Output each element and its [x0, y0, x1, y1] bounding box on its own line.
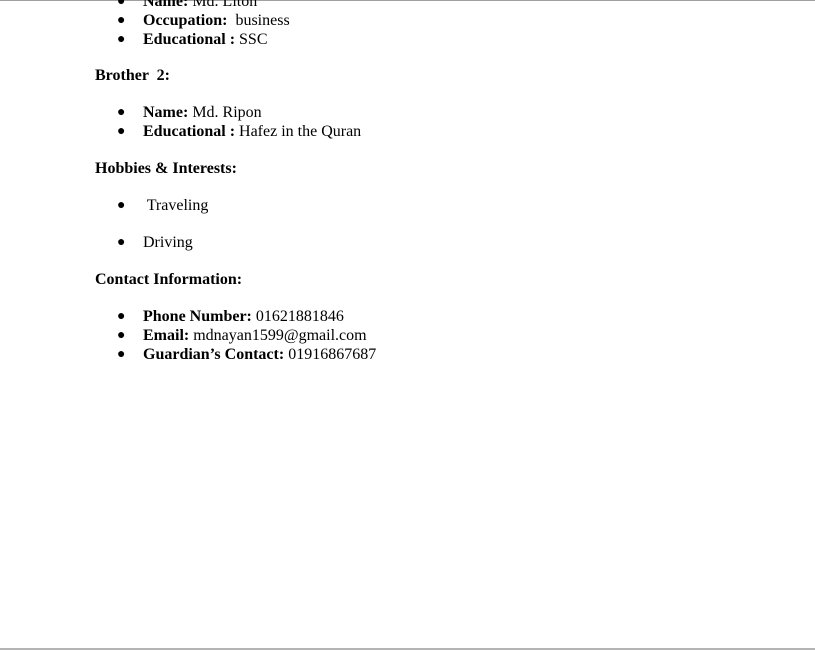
brother1-occupation-item: Occupation: business: [143, 11, 290, 30]
item-value: Md. Liton: [188, 0, 258, 10]
brother2-education-item: Educational : Hafez in the Quran: [143, 122, 361, 141]
item-value: 01621881846: [251, 308, 344, 325]
hobby-item-traveling: Traveling: [143, 197, 209, 214]
bullet-icon: ●: [117, 0, 126, 9]
contact-email-item: Email: mdnayan1599@gmail.com: [143, 326, 367, 345]
item-label: Name:: [143, 0, 189, 10]
item-label: Phone Number:: [143, 308, 252, 325]
brother2-heading: Brother 2:: [95, 67, 170, 84]
brother2-name-item: Name: Md. Ripon: [143, 103, 262, 122]
bullet-icon: ●: [117, 198, 126, 213]
contact-phone-item: Phone Number: 01621881846: [143, 307, 344, 326]
bullet-icon: ●: [117, 309, 126, 324]
item-value: Hafez in the Quran: [235, 123, 362, 140]
item-value: 01916867687: [284, 346, 377, 363]
hobbies-heading: Hobbies & Interests:: [95, 160, 237, 177]
bullet-icon: ●: [117, 235, 126, 250]
item-label: Email:: [143, 327, 190, 344]
brother1-education-item: Educational : SSC: [143, 30, 267, 49]
brother1-name-item: Name: Md. Liton: [143, 0, 257, 11]
item-value: mdnayan1599@gmail.com: [189, 327, 367, 344]
item-label: Occupation:: [143, 12, 228, 29]
item-label: Educational :: [143, 31, 236, 48]
bullet-icon: ●: [117, 328, 126, 343]
contact-heading: Contact Information:: [95, 271, 243, 288]
bullet-icon: ●: [117, 124, 126, 139]
document-page: ● Name: Md. Liton ● Occupation: business…: [0, 0, 815, 648]
item-value: business: [227, 12, 290, 29]
item-label: Educational :: [143, 123, 236, 140]
hobby-item-driving: Driving: [143, 234, 193, 251]
item-value: Md. Ripon: [188, 104, 262, 121]
bullet-icon: ●: [117, 32, 126, 47]
bullet-icon: ●: [117, 13, 126, 28]
contact-guardian-item: Guardian’s Contact: 01916867687: [143, 345, 376, 364]
item-value: SSC: [235, 31, 268, 48]
bullet-icon: ●: [117, 347, 126, 362]
bullet-icon: ●: [117, 105, 126, 120]
item-label: Guardian’s Contact:: [143, 346, 285, 363]
item-label: Name:: [143, 104, 189, 121]
